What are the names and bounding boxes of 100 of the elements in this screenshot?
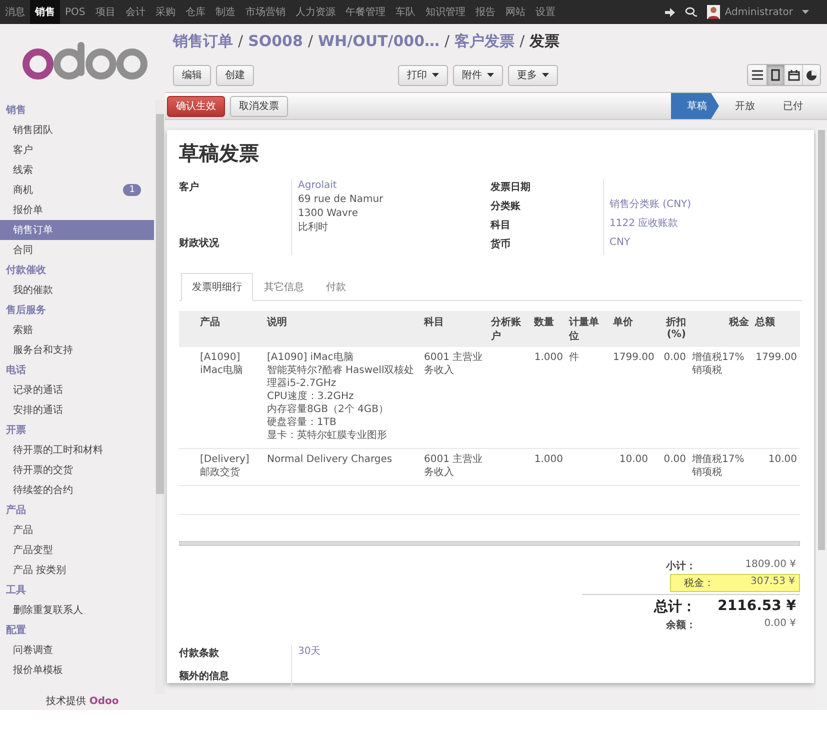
menu-item[interactable]: 索赔 — [0, 320, 154, 340]
menu-item[interactable]: 产品 按类别 — [0, 560, 154, 580]
field-link[interactable]: CNY — [610, 237, 630, 248]
column-header[interactable]: 总额 — [752, 311, 800, 347]
top-menu-item[interactable]: 设置 — [530, 0, 560, 24]
field-link[interactable]: Agrolait — [298, 180, 337, 191]
breadcrumb-separator: / — [308, 32, 313, 50]
menu-item-label: 报价单 — [13, 204, 43, 217]
menu-item[interactable]: 我的催款 — [0, 280, 154, 300]
menu-item-label: 待开票的工时和材料 — [13, 444, 103, 457]
top-menu-item[interactable]: 网站 — [500, 0, 530, 24]
pie-chart-icon[interactable] — [806, 70, 817, 80]
column-header[interactable]: 折扣(%) — [651, 311, 689, 347]
menu-item[interactable]: 问卷调查 — [0, 640, 154, 660]
column-header[interactable]: 数量 — [531, 311, 566, 347]
menu-item[interactable]: 产品变型 — [0, 540, 154, 560]
menu-item-label: 线索 — [13, 164, 33, 177]
caret-icon[interactable] — [487, 73, 494, 77]
menu-item-label: 服务台和支持 — [13, 344, 73, 357]
top-menu-item[interactable]: 制造 — [210, 0, 240, 24]
tab[interactable]: 其它信息 — [253, 273, 315, 301]
total-value: 2116.53 ¥ — [716, 598, 796, 616]
table-cell: 10.00 — [752, 448, 800, 486]
field-label: 财政状况 — [179, 235, 292, 255]
menu-item[interactable]: 报价单 — [0, 200, 154, 220]
menu-item[interactable]: 客户 — [0, 140, 154, 160]
user-name[interactable]: Administrator — [724, 6, 793, 18]
top-menu-item[interactable]: 项目 — [90, 0, 120, 24]
menu-item[interactable]: 服务台和支持 — [0, 340, 154, 360]
field-label: 客户 — [179, 179, 292, 235]
menu-item[interactable]: 合同 — [0, 240, 154, 260]
column-header[interactable]: 产品 — [197, 311, 264, 347]
form-view-button[interactable] — [766, 65, 784, 85]
list-icon[interactable] — [752, 70, 762, 80]
avatar[interactable] — [706, 5, 720, 19]
graph-view-button[interactable] — [802, 65, 820, 85]
menu-item-label: 销售团队 — [13, 124, 53, 137]
column-header[interactable]: 税金 — [689, 311, 752, 347]
menu-item[interactable]: 产品 — [0, 520, 154, 540]
description-line: 智能英特尔?酷睿 Haswell双核处理器i5-2.7GHz — [267, 364, 416, 390]
column-header[interactable]: 分析账户 — [488, 311, 531, 347]
menu-item[interactable]: 销售团队 — [0, 120, 154, 140]
menu-section-title: 产品 — [5, 504, 27, 518]
top-menu-item[interactable]: 市场营销 — [240, 0, 290, 24]
calendar-view-button[interactable] — [784, 65, 802, 85]
caret-icon[interactable] — [542, 73, 549, 77]
dropdown-button[interactable]: 更多 — [508, 64, 558, 86]
top-menu-item[interactable]: 采购 — [150, 0, 180, 24]
menu-item[interactable]: 记录的通话 — [0, 380, 154, 400]
calendar-icon[interactable] — [788, 70, 800, 80]
top-menu-item[interactable]: 会计 — [120, 0, 150, 24]
top-menu-item[interactable]: 车队 — [390, 0, 420, 24]
top-menu-item[interactable]: 报告 — [470, 0, 500, 24]
field-link[interactable]: 30天 — [298, 646, 321, 657]
top-menu-item[interactable]: 知识管理 — [420, 0, 470, 24]
toolbar-button[interactable]: 创建 — [216, 64, 254, 86]
menu-item[interactable]: 安排的通话 — [0, 400, 154, 420]
dropdown-button[interactable]: 附件 — [453, 64, 503, 86]
menu-item[interactable]: 待开票的交货 — [0, 460, 154, 480]
cancel-button[interactable]: 取消发票 — [230, 96, 288, 116]
top-menu-item[interactable]: 仓库 — [180, 0, 210, 24]
menu-item[interactable]: 报价单模板 — [0, 660, 154, 680]
total-label: 总计： — [652, 598, 697, 616]
column-header[interactable]: 计量单位 — [566, 311, 610, 347]
menu-item[interactable]: 销售订单 — [0, 220, 154, 240]
tab[interactable]: 发票明细行 — [181, 273, 253, 301]
list-view-button[interactable] — [748, 65, 766, 85]
sign-in-icon[interactable] — [664, 6, 676, 18]
column-header[interactable]: 说明 — [264, 311, 421, 347]
menu-item[interactable]: 删除重复联系人 — [0, 600, 154, 620]
scrollbar[interactable] — [155, 100, 165, 694]
form-icon[interactable] — [771, 69, 780, 81]
field-link[interactable]: 销售分类账 (CNY) — [610, 199, 692, 210]
status-step[interactable]: 已付 — [767, 93, 815, 119]
top-menu-item[interactable]: 午餐管理 — [340, 0, 390, 24]
menu-item[interactable]: 线索 — [0, 160, 154, 180]
top-menu-item[interactable]: 人力资源 — [290, 0, 340, 24]
table-cell: [Delivery] 邮政交货 — [197, 448, 264, 486]
top-menu-item[interactable]: 消息 — [0, 0, 30, 24]
menu-item[interactable]: 待开票的工时和材料 — [0, 440, 154, 460]
toolbar-button[interactable]: 编辑 — [173, 64, 211, 86]
confirm-button[interactable]: 确认生效 — [167, 96, 225, 116]
top-menu-item[interactable]: 销售 — [30, 0, 60, 24]
menu-item[interactable]: 待续签的合约 — [0, 480, 154, 500]
menu-section-title: 付款催收 — [4, 264, 47, 278]
menu-item[interactable]: 商机 1 — [0, 180, 154, 200]
status-step[interactable]: 草稿 — [671, 93, 719, 119]
caret-icon[interactable] — [432, 73, 439, 77]
caret-icon[interactable] — [802, 10, 809, 14]
dropdown-button[interactable]: 打印 — [398, 64, 448, 86]
menu-item-label: 商机 — [13, 184, 33, 197]
column-header[interactable]: 单价 — [610, 311, 651, 347]
field-link[interactable]: 1122 应收账款 — [610, 218, 678, 229]
status-step[interactable]: 开放 — [719, 93, 767, 119]
menu-item-label: 删除重复联系人 — [13, 604, 83, 617]
top-menu-item[interactable]: POS — [60, 0, 90, 24]
table-cell: 1799.00 — [752, 347, 800, 448]
column-header[interactable]: 科目 — [421, 311, 488, 347]
total-value: 1809.00 ¥ — [744, 559, 796, 572]
tab[interactable]: 付款 — [315, 273, 357, 301]
